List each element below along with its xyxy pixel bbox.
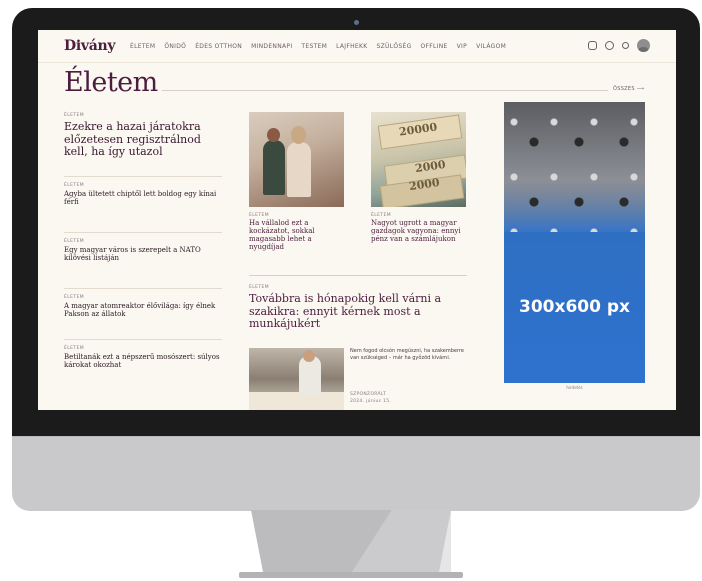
article-kicker: ÉLETEM (64, 113, 85, 118)
monitor-stand-base (239, 572, 463, 578)
article-headline[interactable]: Ha vállalod ezt a kockázatot, sokkal mag… (249, 219, 344, 251)
workbench (249, 392, 344, 410)
article-kicker: ÉLETEM (371, 213, 392, 218)
list-article[interactable]: ÉLETEM Agyba ültetett chiptől lett boldo… (64, 176, 222, 206)
article-image-money[interactable]: 20000 2000 2000 (371, 112, 466, 207)
monitor-chin (12, 436, 700, 511)
site-logo[interactable]: Divány (64, 38, 115, 54)
title-divider (162, 90, 608, 91)
article-kicker: ÉLETEM (64, 346, 85, 351)
nav-icons (588, 39, 650, 52)
webcam-icon (354, 20, 359, 25)
nav-item-szuloseg[interactable]: SZÜLŐSÉG (377, 43, 412, 50)
article-kicker: ÉLETEM (64, 239, 85, 244)
section-divider (249, 275, 467, 276)
article-headline[interactable]: Ezekre a hazai járatokra előzetesen regi… (64, 120, 224, 159)
main-menu: ÉLETEM ÖNIDŐ ÉDES OTTHON MINDENNAPI TEST… (130, 43, 515, 50)
figure-woman-head (291, 126, 306, 144)
lead-article[interactable]: ÉLETEM Ezekre a hazai járatokra előzetes… (64, 113, 224, 159)
nav-item-eletem[interactable]: ÉLETEM (130, 43, 155, 50)
figure-woman (287, 142, 311, 197)
feature-description: Nem fogod olcsón megúszni, ha szakemberr… (350, 348, 464, 361)
article-headline[interactable]: Betiltanák ezt a népszerű mosószert: súl… (64, 353, 222, 369)
figure-man (263, 140, 285, 195)
list-article[interactable]: ÉLETEM Egy magyar város is szerepelt a N… (64, 232, 222, 262)
nav-item-mindennapi[interactable]: MINDENNAPI (251, 43, 292, 50)
list-article[interactable]: ÉLETEM Betiltanák ezt a népszerű mosósze… (64, 339, 222, 369)
ad-size-label: 300x600 px (519, 297, 630, 317)
newsletter-icon[interactable] (605, 41, 614, 50)
figure-craftsman (299, 356, 321, 396)
article-headline[interactable]: A magyar atomreaktor élővilága: így élne… (64, 302, 222, 318)
article-headline[interactable]: Nagyot ugrott a magyar gazdagok vagyona:… (371, 219, 466, 243)
article-kicker: ÉLETEM (64, 183, 85, 188)
nav-item-edes-otthon[interactable]: ÉDES OTTHON (195, 43, 242, 50)
feature-meta-date: 2024. június 15. (350, 398, 392, 404)
article-kicker: ÉLETEM (249, 285, 270, 290)
nav-item-testem[interactable]: TESTEM (301, 43, 327, 50)
user-avatar-icon[interactable] (637, 39, 650, 52)
figure-man-head (267, 128, 280, 142)
feature-image-craftsman[interactable] (249, 348, 344, 410)
article-headline[interactable]: Agyba ültetett chiptől lett boldog egy k… (64, 190, 222, 206)
see-all-link[interactable]: ÖSSZES ⟶ (613, 86, 644, 92)
ad-banner[interactable]: 300x600 px (504, 102, 645, 383)
nav-item-offline[interactable]: OFFLINE (421, 43, 448, 50)
nav-item-vip[interactable]: VIP (457, 43, 467, 50)
ad-caption: hirdetés (566, 385, 583, 390)
list-article[interactable]: ÉLETEM A magyar atomreaktor élővilága: í… (64, 288, 222, 318)
article-card[interactable]: ÉLETEM Ha vállalod ezt a kockázatot, sok… (249, 112, 344, 251)
top-navigation: Divány ÉLETEM ÖNIDŐ ÉDES OTTHON MINDENNA… (38, 30, 676, 63)
section-title: Életem (64, 67, 158, 98)
article-card[interactable]: 20000 2000 2000 ÉLETEM Nagyot ugrott a m… (371, 112, 466, 243)
search-icon[interactable] (622, 42, 629, 49)
nav-item-onido[interactable]: ÖNIDŐ (164, 43, 186, 50)
figure-craftsman-head (303, 350, 315, 362)
article-kicker: ÉLETEM (64, 295, 85, 300)
feature-article[interactable]: ÉLETEM Továbbra is hónapokig kell várni … (249, 285, 467, 331)
article-kicker: ÉLETEM (249, 213, 270, 218)
instagram-icon[interactable] (588, 41, 597, 50)
browser-screen: Divány ÉLETEM ÖNIDŐ ÉDES OTTHON MINDENNA… (38, 30, 676, 410)
nav-item-vilagom[interactable]: VILÁGOM (476, 43, 506, 50)
ad-crowd-photo (504, 102, 645, 232)
nav-item-lajfhekk[interactable]: LAJFHEKK (336, 43, 367, 50)
feature-meta: SZPONZORÁLT 2024. június 15. (350, 392, 391, 406)
article-image-couple[interactable] (249, 112, 344, 207)
article-headline[interactable]: Továbbra is hónapokig kell várni a szaki… (249, 292, 467, 331)
article-headline[interactable]: Egy magyar város is szerepelt a NATO kil… (64, 246, 222, 262)
feature-meta-kicker: SZPONZORÁLT (350, 392, 387, 397)
